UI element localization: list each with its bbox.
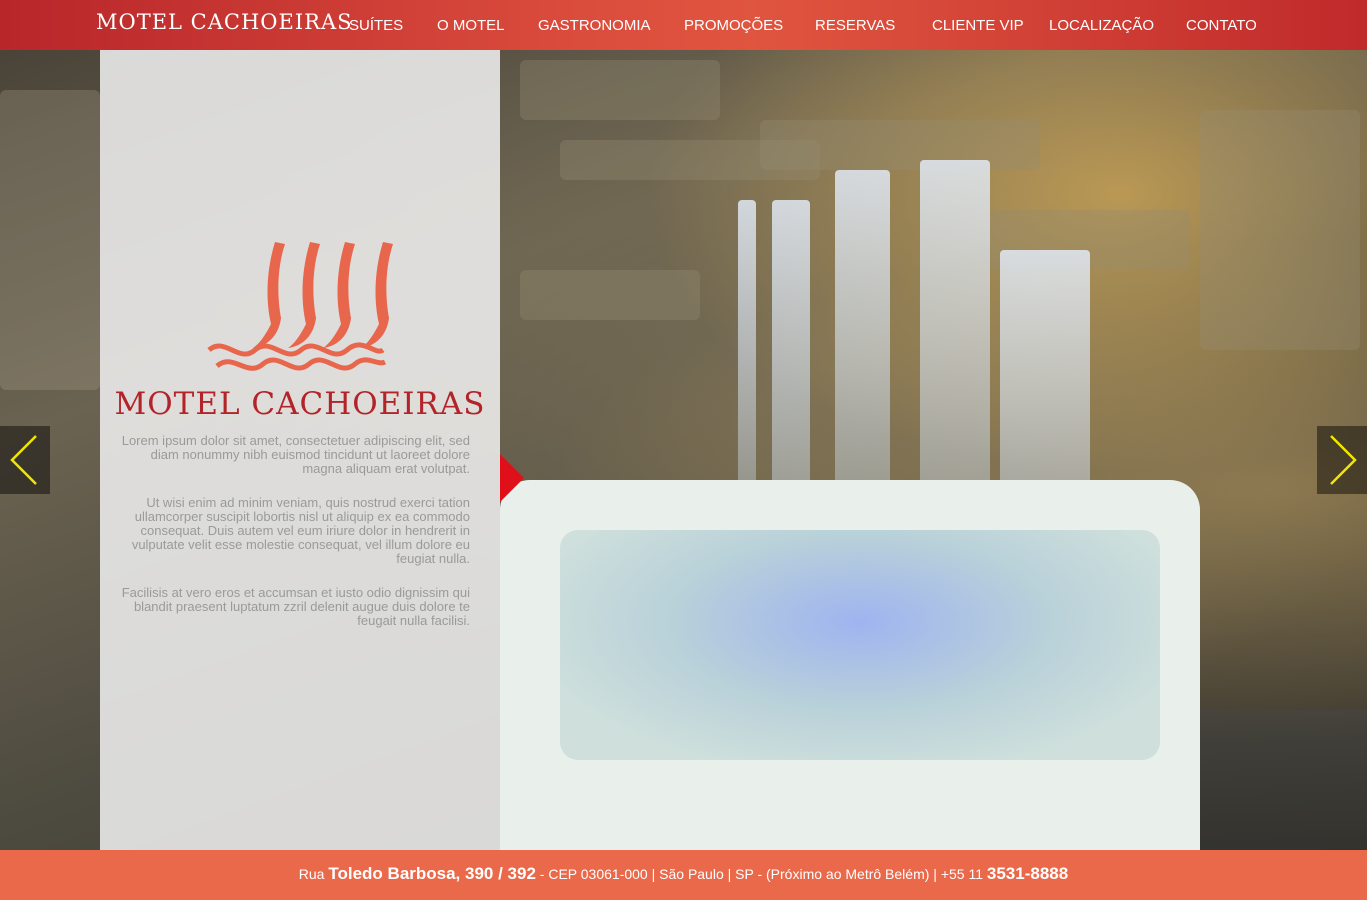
logo-text: MOTEL CACHOEIRAS (114, 386, 486, 422)
nav-contato[interactable]: CONTATO (1186, 17, 1257, 34)
rock-wall (1200, 110, 1360, 350)
rock-wall (0, 90, 100, 390)
intro-paragraph-1: Lorem ipsum dolor sit amet, consectetuer… (121, 433, 470, 476)
phone-number[interactable]: 3531-8888 (987, 864, 1068, 883)
chevron-left-icon (10, 435, 37, 485)
waterfall (835, 170, 890, 520)
slider-prev-button[interactable] (0, 426, 50, 494)
address-details: - CEP 03061-000 | São Paulo | SP - (Próx… (535, 866, 987, 882)
street-prefix: Rua (298, 866, 325, 882)
nav-suites[interactable]: SUÍTES (349, 17, 403, 34)
intro-paragraph-2: Ut wisi enim ad minim veniam, quis nostr… (131, 495, 470, 566)
nav-cliente-vip[interactable]: CLIENTE VIP (932, 17, 1024, 34)
rock-ledge (520, 270, 700, 320)
tub-water (560, 530, 1160, 760)
brand-name[interactable]: MOTEL CACHOEIRAS (96, 10, 353, 34)
intro-paragraph-3: Facilisis at vero eros et accumsan et iu… (121, 585, 470, 628)
address-line: Rua Toledo Barbosa, 390 / 392 - CEP 0306… (0, 864, 1367, 884)
nav-gastronomia[interactable]: GASTRONOMIA (538, 17, 651, 34)
rock-ledge (520, 60, 720, 120)
panel-pointer-arrow (500, 454, 524, 502)
chevron-right-icon (1330, 435, 1357, 485)
address-footer: Rua Toledo Barbosa, 390 / 392 - CEP 0306… (0, 850, 1367, 900)
street-name: Toledo Barbosa, 390 / 392 (328, 864, 536, 883)
slider-next-button[interactable] (1317, 426, 1367, 494)
nav-o-motel[interactable]: O MOTEL (437, 17, 505, 34)
motel-logo-icon (207, 242, 393, 371)
nav-localizacao[interactable]: LOCALIZAÇÃO (1049, 17, 1154, 34)
nav-promocoes[interactable]: PROMOÇÕES (684, 17, 783, 34)
top-navigation-bar: MOTEL CACHOEIRAS SUÍTES O MOTEL GASTRONO… (0, 0, 1367, 50)
nav-reservas[interactable]: RESERVAS (815, 17, 895, 34)
waterfall (738, 200, 756, 500)
rock-ledge (760, 120, 1040, 170)
